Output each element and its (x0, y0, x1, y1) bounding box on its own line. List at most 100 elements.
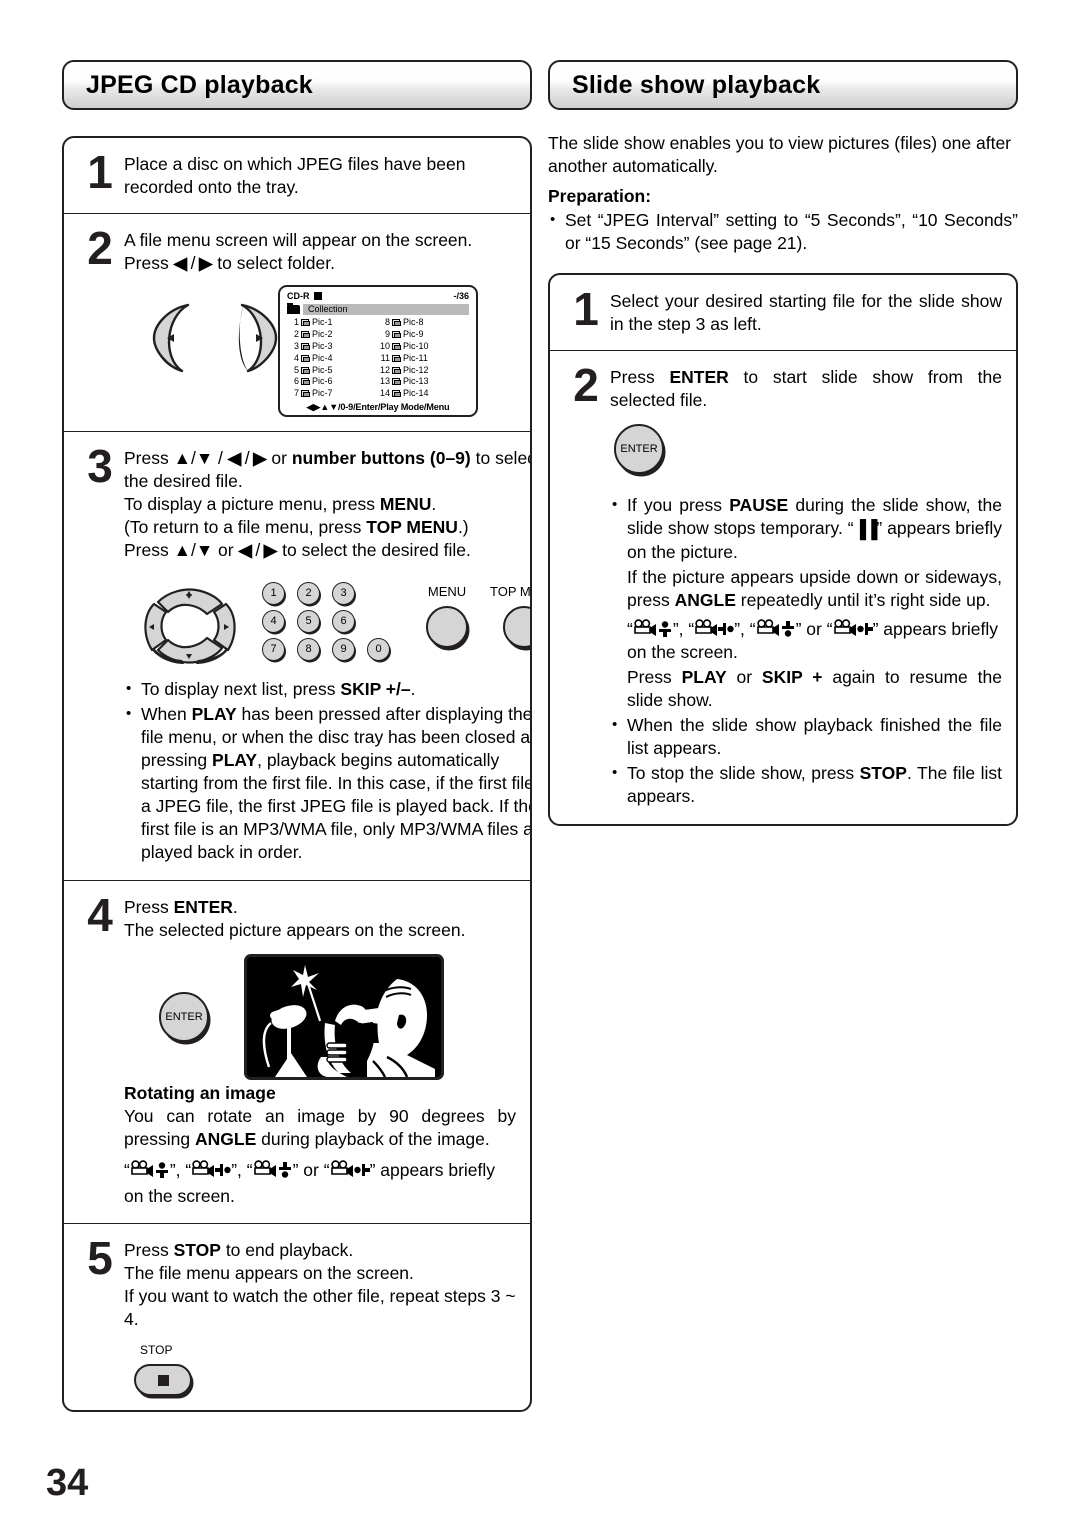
step-text: Press ▲/▼ / ◀ / ▶ or number buttons (0–9… (124, 442, 531, 866)
step-4-line-2: The selected picture appears on the scre… (124, 920, 466, 940)
osd-file-name: Pic-5 (312, 364, 333, 375)
step-5-line-2: The file menu appears on the screen. (124, 1263, 414, 1283)
slide-step-2-line: Press ENTER to start slide show from the… (610, 367, 1002, 410)
osd-header: CD-R -/36 (287, 292, 469, 301)
osd-file-index: 5 (293, 364, 299, 375)
pause-key-name: PAUSE (729, 495, 789, 515)
right-crescent-button[interactable] (232, 301, 278, 375)
osd-and-buttons: CD-R -/36 Collection 1 Pic-1 2 Pic-2 3 Pic-3 4… (124, 285, 516, 417)
up-arrow-icon: ▲ (173, 448, 191, 468)
crescent-buttons (152, 301, 278, 375)
stop-button[interactable] (134, 1364, 192, 1396)
step-text: Select your desired starting file for th… (610, 291, 1002, 334)
step-number: 1 (573, 283, 599, 335)
osd-file-index: 1 (293, 317, 299, 328)
picture-file-icon (301, 366, 310, 374)
page-number: 34 (46, 1462, 89, 1504)
remote-control-diagram: 123 456 7890 MENU TOP MENU (124, 576, 531, 674)
number-key-8[interactable]: 8 (297, 638, 320, 661)
right-steps-box: 1 Select your desired starting file for … (548, 273, 1018, 826)
picture-file-icon (392, 366, 401, 374)
number-key-9[interactable]: 9 (332, 638, 355, 661)
step-text: Press ENTER to start slide show from the… (610, 361, 1002, 810)
enter-button[interactable]: ENTER (159, 992, 209, 1042)
preparation-notes: Set “JPEG Interval” setting to “5 Second… (548, 208, 1018, 255)
stop-square-icon (157, 1374, 169, 1386)
left-arrow-icon: ◀ (238, 540, 252, 560)
stop-key-name: STOP (859, 763, 907, 783)
osd-file-list: 1 Pic-1 2 Pic-2 3 Pic-3 4 Pic-4 5 Pic-5 6 Pic-6 7 Pic… (287, 317, 469, 400)
osd-file-row[interactable]: 1 Pic-1 (287, 317, 378, 329)
right-arrow-icon: ▶ (198, 253, 213, 273)
down-arrow-icon: ▼ (195, 540, 214, 560)
step-5-line-3: If you want to watch the other file, rep… (124, 1286, 516, 1329)
osd-counter: -/36 (453, 291, 469, 301)
osd-file-name: Pic-7 (312, 388, 333, 399)
step-2-line-2: Press ◀ / ▶ to select folder. (124, 253, 335, 273)
section-title: JPEG CD playback (86, 70, 313, 99)
osd-file-index: 3 (293, 340, 299, 351)
number-key-0[interactable]: 0 (367, 638, 390, 661)
osd-file-index: 8 (384, 317, 390, 328)
number-key-3[interactable]: 3 (332, 582, 355, 605)
osd-file-index: 4 (293, 352, 299, 363)
step-text: Press ENTER. The selected picture appear… (124, 891, 516, 1209)
number-key-4[interactable]: 4 (262, 610, 285, 633)
picture-file-icon (301, 319, 310, 327)
osd-file-menu-screen: CD-R -/36 Collection 1 Pic-1 2 Pic-2 3 Pic-3 4… (278, 285, 478, 417)
number-key-5[interactable]: 5 (297, 610, 320, 633)
osd-file-row[interactable]: 2 Pic-2 (287, 329, 378, 341)
osd-file-name: Pic-11 (403, 352, 428, 363)
preparation-bullet: Set “JPEG Interval” setting to “5 Second… (548, 208, 1018, 255)
osd-file-row[interactable]: 10 Pic-10 (378, 341, 469, 353)
left-steps-box: 1 Place a disc on which JPEG files have … (62, 136, 532, 1412)
number-key-7[interactable]: 7 (262, 638, 285, 661)
enter-button-label: ENTER (620, 442, 658, 455)
osd-file-row[interactable]: 5 Pic-5 (287, 364, 378, 376)
osd-file-row[interactable]: 8 Pic-8 (378, 317, 469, 329)
step-3-line-2: To display a picture menu, press MENU. (124, 494, 437, 514)
keypad-row: 123 (262, 582, 402, 605)
menu-button-circle[interactable] (426, 606, 468, 648)
dpad-control[interactable] (134, 576, 240, 674)
osd-file-row[interactable]: 3 Pic-3 (287, 341, 378, 353)
top-menu-button-label: TOP MENU (490, 584, 531, 599)
number-key-1[interactable]: 1 (262, 582, 285, 605)
number-key-2[interactable]: 2 (297, 582, 320, 605)
osd-footer-hint: ◀▶▲▼/0-9/Enter/Play Mode/Menu (306, 401, 450, 412)
right-arrow-icon: ▶ (253, 448, 267, 468)
step-text: Place a disc on which JPEG files have be… (124, 148, 516, 199)
angle-glyph-line-left: “”, “”, “” or “” appears briefly on the … (124, 1160, 496, 1206)
osd-file-row[interactable]: 12 Pic-12 (378, 364, 469, 376)
slide-step-2: 2 Press ENTER to start slide show from t… (550, 351, 1016, 824)
osd-file-row[interactable]: 11 Pic-11 (378, 352, 469, 364)
top-menu-button[interactable]: TOP MENU (490, 580, 531, 648)
osd-file-row[interactable]: 7 Pic-7 (287, 388, 378, 400)
keypad-row: 456 (262, 610, 402, 633)
osd-folder-row[interactable]: Collection (287, 303, 469, 315)
menu-button[interactable]: MENU (426, 580, 468, 648)
section-title: Slide show playback (572, 70, 821, 99)
osd-file-row[interactable]: 6 Pic-6 (287, 376, 378, 388)
osd-file-row[interactable]: 14 Pic-14 (378, 388, 469, 400)
osd-file-column-right: 8 Pic-8 9 Pic-9 10 Pic-10 11 Pic-11 12 Pic-12 13 Pi… (378, 317, 469, 400)
keypad-row: 7890 (262, 638, 402, 661)
stop-square-icon (313, 292, 322, 300)
osd-file-row[interactable]: 13 Pic-13 (378, 376, 469, 388)
down-arrow-icon: ▼ (195, 448, 214, 468)
enter-key-name: ENTER (669, 367, 729, 387)
osd-file-index: 7 (293, 388, 299, 399)
osd-file-row[interactable]: 9 Pic-9 (378, 329, 469, 341)
osd-file-name: Pic-6 (312, 376, 333, 387)
osd-file-row[interactable]: 4 Pic-4 (287, 352, 378, 364)
osd-file-name: Pic-10 (403, 340, 429, 351)
play-key-name-2: PLAY (212, 750, 258, 770)
left-crescent-button[interactable] (152, 301, 198, 375)
menu-button-label: MENU (427, 584, 467, 599)
stop-button-group: STOP (134, 1339, 516, 1396)
enter-button[interactable]: ENTER (614, 424, 664, 474)
picture-file-icon (301, 342, 310, 350)
number-key-6[interactable]: 6 (332, 610, 355, 633)
step-5: 5 Press STOP to end playback. The file m… (64, 1224, 530, 1410)
top-menu-button-circle[interactable] (503, 606, 530, 648)
